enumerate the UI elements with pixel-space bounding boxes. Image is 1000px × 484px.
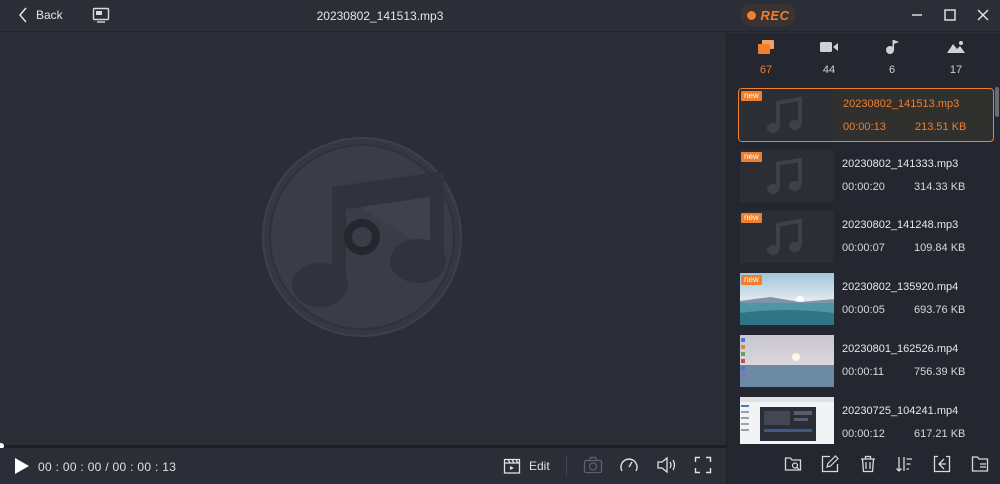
speed-icon[interactable] <box>619 456 639 474</box>
count-audio: 6 <box>888 64 896 76</box>
audio-icon <box>886 40 899 54</box>
new-badge: new <box>741 152 762 162</box>
new-badge: new <box>741 213 762 223</box>
tab-all-recordings[interactable]: 67 <box>736 39 796 76</box>
file-size: 109.84 KB <box>914 242 966 254</box>
file-duration: 00:00:12 <box>842 428 885 440</box>
file-duration: 00:00:05 <box>842 304 885 316</box>
edit-label: Edit <box>529 459 550 473</box>
window-thumbnail <box>740 397 834 444</box>
image-icon <box>947 41 965 53</box>
file-size: 693.76 KB <box>914 304 966 316</box>
file-name: 20230725_104241.mp4 <box>842 405 959 417</box>
recordings-list: new 20230802_141513.mp3 00:00:13 213.51 … <box>727 87 1000 444</box>
time-readout: 00 : 00 : 00 / 00 : 00 : 13 <box>38 460 177 474</box>
new-badge: new <box>741 275 762 285</box>
scrollbar[interactable] <box>995 87 999 117</box>
file-name: 20230802_141248.mp3 <box>842 219 959 231</box>
recordings-panel: 67 44 6 17 new 20230802_141513.mp3 00:00… <box>726 33 1000 484</box>
search-folder-icon[interactable] <box>784 455 802 473</box>
rec-label: REC <box>760 7 790 23</box>
list-item[interactable]: new 20230802_141513.mp3 00:00:13 213.51 … <box>738 88 994 142</box>
media-preview <box>0 33 726 445</box>
file-title: 20230802_141513.mp3 <box>316 9 444 23</box>
play-icon[interactable] <box>14 457 30 475</box>
list-item[interactable]: 20230725_104241.mp4 00:00:12 617.21 KB <box>738 396 994 444</box>
thumbnail <box>740 335 834 387</box>
thumbnail: new <box>740 211 834 263</box>
rename-icon[interactable] <box>821 455 839 473</box>
maximize-icon[interactable] <box>943 8 957 22</box>
thumbnail: new <box>740 89 834 141</box>
list-item[interactable]: new 20230802_141248.mp3 00:00:07 109.84 … <box>738 210 994 264</box>
player-controls: 00 : 00 : 00 / 00 : 00 : 13 Edit <box>0 448 726 484</box>
close-icon[interactable] <box>976 8 990 22</box>
file-name: 20230802_135920.mp4 <box>842 281 959 293</box>
file-name: 20230801_162526.mp4 <box>842 343 959 355</box>
file-size: 314.33 KB <box>914 181 966 193</box>
video-icon <box>820 42 838 52</box>
volume-icon[interactable] <box>656 456 678 474</box>
desktop-thumbnail <box>740 335 834 387</box>
fullscreen-icon[interactable] <box>694 456 712 474</box>
thumbnail <box>740 397 834 444</box>
list-item[interactable]: new 20230802_135920.mp4 00:00:05 693.76 … <box>738 272 994 326</box>
camera-icon[interactable] <box>583 456 603 474</box>
music-disc-icon <box>262 137 462 337</box>
import-icon[interactable] <box>933 455 951 473</box>
delete-icon[interactable] <box>859 455 877 473</box>
rec-button[interactable]: REC <box>740 4 796 26</box>
file-duration: 00:00:20 <box>842 181 885 193</box>
file-name: 20230802_141333.mp3 <box>842 158 959 170</box>
tab-audio[interactable]: 6 <box>862 39 922 76</box>
tab-video[interactable]: 44 <box>799 39 859 76</box>
count-video: 44 <box>822 64 836 76</box>
file-name: 20230802_141513.mp3 <box>843 98 960 110</box>
recordings-icon <box>758 40 774 54</box>
new-badge: new <box>741 91 762 101</box>
file-duration: 00:00:13 <box>843 121 886 133</box>
file-size: 617.21 KB <box>914 428 966 440</box>
tab-images[interactable]: 17 <box>926 39 986 76</box>
count-all: 67 <box>759 64 773 76</box>
category-tabs: 67 44 6 17 <box>727 33 1000 85</box>
folder-list-icon[interactable] <box>971 455 989 473</box>
count-images: 17 <box>949 64 963 76</box>
file-size: 756.39 KB <box>914 366 966 378</box>
file-duration: 00:00:07 <box>842 242 885 254</box>
divider <box>566 456 567 476</box>
sort-icon[interactable] <box>895 455 913 473</box>
thumbnail: new <box>740 273 834 325</box>
file-duration: 00:00:11 <box>842 366 885 378</box>
list-item[interactable]: 20230801_162526.mp4 00:00:11 756.39 KB <box>738 334 994 388</box>
title-bar: Back 20230802_141513.mp3 REC <box>0 0 1000 32</box>
clapperboard-icon <box>503 458 521 474</box>
list-item[interactable]: new 20230802_141333.mp3 00:00:20 314.33 … <box>738 149 994 203</box>
minimize-icon[interactable] <box>910 8 924 22</box>
list-toolbar <box>727 444 1000 484</box>
file-size: 213.51 KB <box>915 121 967 133</box>
edit-button[interactable]: Edit <box>503 457 550 475</box>
record-dot-icon <box>746 10 756 20</box>
thumbnail: new <box>740 150 834 202</box>
